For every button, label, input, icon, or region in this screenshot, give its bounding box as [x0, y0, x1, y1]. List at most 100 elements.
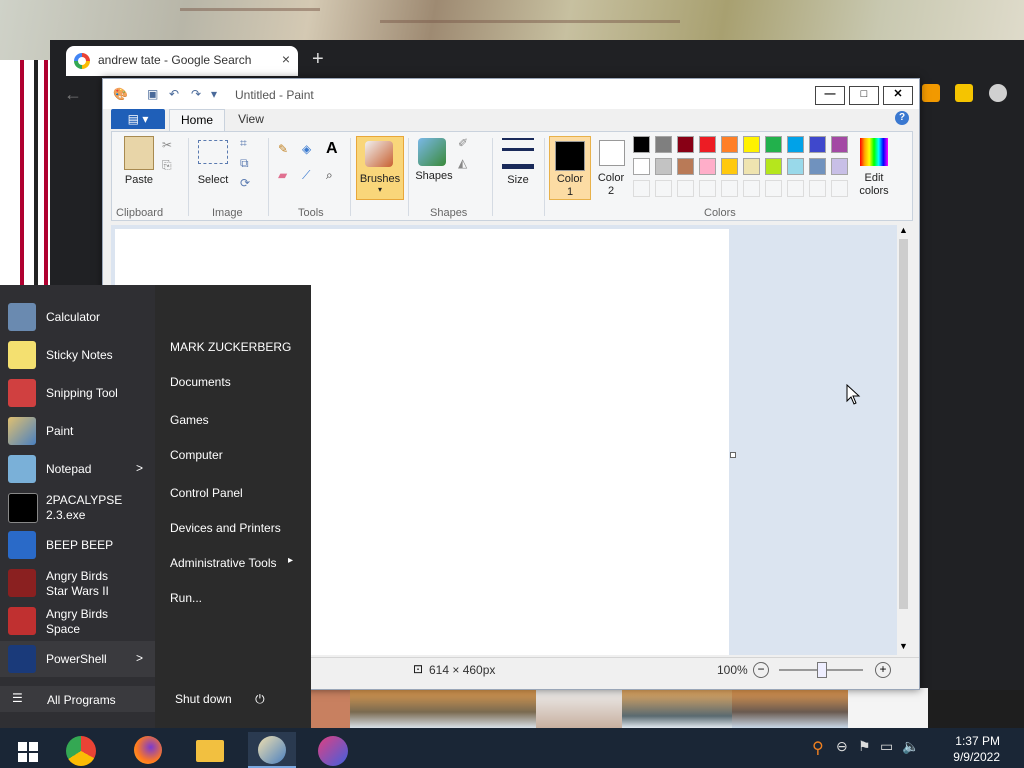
color-swatch[interactable]	[633, 180, 650, 197]
edit-colors-button[interactable]: Edit	[854, 172, 894, 184]
program-snipping-tool[interactable]: Snipping Tool	[0, 375, 155, 411]
color-swatch[interactable]	[633, 136, 650, 153]
crop-icon[interactable]: ⌗	[240, 136, 258, 154]
color-swatch[interactable]	[655, 136, 672, 153]
all-programs-button[interactable]: ☰ All Programs	[0, 686, 155, 712]
resize-icon[interactable]: ⧉	[240, 156, 258, 174]
start-right-item[interactable]: Computer	[170, 448, 223, 462]
color-swatch[interactable]	[831, 136, 848, 153]
new-tab-button[interactable]: +	[312, 48, 324, 71]
back-arrow-icon[interactable]: ←	[64, 84, 82, 105]
program-angry-birds-star-wars[interactable]: Angry Birds Star Wars II	[0, 565, 155, 601]
cut-icon[interactable]: ✂	[162, 138, 180, 156]
size-icon[interactable]	[502, 138, 534, 169]
help-icon[interactable]: ?	[895, 111, 909, 125]
color-swatch[interactable]	[677, 158, 694, 175]
color2-swatch[interactable]	[599, 140, 625, 166]
chevron-right-icon[interactable]: ▸	[288, 555, 293, 566]
zoom-out-button[interactable]: −	[753, 662, 769, 678]
profile-icon[interactable]	[988, 84, 1007, 102]
vertical-scrollbar[interactable]: ▲ ▼	[897, 225, 911, 655]
maximize-button[interactable]: □	[849, 86, 879, 105]
start-right-item[interactable]: MARK ZUCKERBERG	[170, 340, 291, 354]
color-swatch[interactable]	[633, 158, 650, 175]
search-icon[interactable]: ⚲	[812, 738, 824, 758]
program-notepad[interactable]: Notepad >	[0, 451, 155, 487]
zoom-in-button[interactable]: +	[875, 662, 891, 678]
eraser-icon[interactable]: ▰	[278, 168, 296, 186]
program-paint[interactable]: Paint	[0, 413, 155, 449]
select-button[interactable]: Select	[192, 174, 234, 186]
canvas-resize-handle[interactable]	[730, 452, 736, 458]
color-swatch[interactable]	[721, 136, 738, 153]
image-thumb[interactable]	[622, 688, 732, 728]
close-tab-icon[interactable]: ×	[282, 51, 290, 67]
program-sticky-notes[interactable]: Sticky Notes	[0, 337, 155, 373]
customize-quick-access-icon[interactable]: ▾	[211, 87, 217, 101]
magnifier-icon[interactable]: ⌕	[326, 168, 344, 186]
clock-time[interactable]: 1:37 PM	[955, 734, 1000, 748]
color-swatch[interactable]	[677, 136, 694, 153]
color-swatch[interactable]	[743, 158, 760, 175]
brushes-button[interactable]: Brushes ▾	[356, 136, 404, 200]
image-thumb[interactable]	[732, 688, 848, 728]
do-not-disturb-icon[interactable]: ⊖	[836, 738, 848, 755]
select-icon[interactable]	[198, 140, 228, 164]
color-swatch[interactable]	[809, 158, 826, 175]
start-button[interactable]	[4, 732, 52, 768]
color-swatch[interactable]	[765, 136, 782, 153]
zoom-slider-thumb[interactable]	[817, 662, 827, 678]
browser-tab[interactable]: andrew tate - Google Search ×	[66, 46, 298, 76]
outline-icon[interactable]: ✐	[458, 136, 476, 154]
flag-icon[interactable]: ⚑	[858, 738, 871, 755]
minimize-button[interactable]: —	[815, 86, 845, 105]
shapes-button[interactable]: Shapes	[412, 170, 456, 182]
shapes-icon[interactable]	[418, 138, 446, 166]
firefox-taskbar-button[interactable]	[124, 732, 172, 768]
color-swatch[interactable]	[765, 158, 782, 175]
image-thumb[interactable]	[350, 688, 536, 728]
color-swatch[interactable]	[809, 136, 826, 153]
color-swatch[interactable]	[699, 158, 716, 175]
chrome-taskbar-button[interactable]	[58, 732, 106, 768]
network-icon[interactable]: ▭	[880, 738, 893, 755]
file-menu-button[interactable]: ▤ ▾	[111, 109, 165, 129]
image-thumb[interactable]	[848, 688, 928, 728]
scrollbar-thumb[interactable]	[899, 239, 908, 609]
clock-date[interactable]: 9/9/2022	[953, 750, 1000, 764]
color-swatch[interactable]	[721, 158, 738, 175]
color-swatch[interactable]	[787, 158, 804, 175]
redo-icon[interactable]: ↷	[191, 87, 201, 101]
picsart-taskbar-button[interactable]	[310, 732, 358, 768]
tab-home[interactable]: Home	[169, 109, 225, 132]
color2-label[interactable]: Color	[592, 172, 630, 184]
fill-icon[interactable]: ◈	[302, 142, 320, 160]
color-swatch[interactable]	[743, 136, 760, 153]
program-2pacalypse[interactable]: 2PACALYPSE 2.3.exe	[0, 489, 155, 525]
program-powershell[interactable]: PowerShell >	[0, 641, 155, 677]
color-swatch[interactable]	[655, 158, 672, 175]
size-button[interactable]: Size	[496, 174, 540, 186]
text-icon[interactable]: A	[326, 140, 344, 158]
color-swatch[interactable]	[743, 180, 760, 197]
paste-icon[interactable]	[124, 136, 154, 170]
puzzle-icon[interactable]	[922, 84, 940, 102]
start-right-item[interactable]: Documents	[170, 375, 231, 389]
program-angry-birds-space[interactable]: Angry Birds Space	[0, 603, 155, 639]
close-button[interactable]: ✕	[883, 86, 913, 105]
copy-icon[interactable]: ⎘	[162, 158, 180, 176]
color-swatch[interactable]	[655, 180, 672, 197]
start-right-item[interactable]: Devices and Printers	[170, 521, 281, 535]
start-right-item[interactable]: Control Panel	[170, 486, 243, 500]
color-swatch[interactable]	[699, 136, 716, 153]
shutdown-button[interactable]: Shut down ⏻	[175, 692, 265, 707]
save-icon[interactable]: ▣	[147, 87, 158, 101]
paint-taskbar-button[interactable]	[248, 732, 296, 768]
program-calculator[interactable]: Calculator	[0, 299, 155, 335]
undo-icon[interactable]: ↶	[169, 87, 179, 101]
color-swatch[interactable]	[831, 158, 848, 175]
chevron-right-icon[interactable]: >	[136, 461, 143, 475]
tab-view[interactable]: View	[229, 109, 273, 131]
shape-fill-icon[interactable]: ◭	[458, 156, 476, 174]
start-right-item[interactable]: Administrative Tools	[170, 556, 277, 570]
